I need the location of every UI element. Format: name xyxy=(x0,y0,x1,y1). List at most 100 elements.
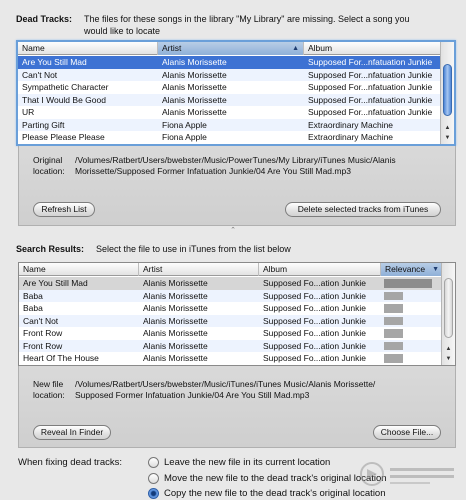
dead-track-name-cell: Sympathetic Character xyxy=(22,82,109,92)
search-result-name-cell: Baba xyxy=(23,290,43,301)
column-album-header[interactable]: Album xyxy=(304,42,444,55)
dead-track-row[interactable]: Please Please Please Fiona Apple Extraordi… xyxy=(18,131,440,144)
search-result-album-cell: Supposed Fo...ation Junkie xyxy=(263,328,367,338)
dead-track-row[interactable]: Sympathetic Character Alanis Morissette Su… xyxy=(18,81,440,94)
search-result-row[interactable]: Heart Of The House Alanis Morissette Suppo… xyxy=(19,352,441,365)
new-file-label-line-2: location: xyxy=(33,390,65,400)
dead-tracks-scroll-thumb[interactable] xyxy=(443,64,452,116)
search-results-scrollbar[interactable]: ▲ ▼ xyxy=(441,263,455,365)
search-result-album-cell: Supposed Fo...ation Junkie xyxy=(263,340,367,351)
dead-track-row[interactable]: That I Would Be Good Alanis Morissette Sup… xyxy=(18,93,440,106)
dead-track-album-cell: Extraordinary Machine xyxy=(308,119,394,130)
splitter-handle-icon[interactable]: ⌃ xyxy=(0,226,466,234)
search-result-artist-cell: Alanis Morissette xyxy=(143,303,208,313)
column-artist-label: Artist xyxy=(162,43,182,53)
search-result-album-cell: Supposed Fo...ation Junkie xyxy=(263,353,367,363)
dead-track-row[interactable]: Can't Not Alanis Morissette Supposed For..… xyxy=(18,68,440,81)
search-results-header: Search Results: Select the file to use i… xyxy=(16,243,291,255)
dead-tracks-header-row: Name Artist ▲ Album xyxy=(18,42,440,55)
fixing-option-label: Copy the new file to the dead track's or… xyxy=(164,488,386,499)
new-file-location-label: New file location: xyxy=(33,379,65,401)
relevance-bar xyxy=(384,354,403,363)
original-path-line-2: Morissette/Supposed Former Infatuation J… xyxy=(75,166,351,176)
relevance-bar xyxy=(384,291,403,300)
search-result-row[interactable]: Front Row Alanis Morissette Supposed Fo...… xyxy=(19,339,441,352)
search-result-row[interactable]: Can't Not Alanis Morissette Supposed Fo...… xyxy=(19,314,441,327)
radio-button[interactable] xyxy=(148,473,159,484)
refresh-list-button[interactable]: Refresh List xyxy=(33,202,95,217)
search-result-row[interactable]: Baba Alanis Morissette Supposed Fo...ation… xyxy=(19,289,441,302)
search-result-name-cell: Baba xyxy=(23,303,43,313)
search-result-artist-cell: Alanis Morissette xyxy=(143,340,208,351)
dead-track-album-cell: Supposed For...nfatuation Junkie xyxy=(308,57,433,67)
scroll-up-arrow-icon[interactable]: ▲ xyxy=(441,123,454,133)
dead-tracks-scrollbar[interactable]: ▲ ▼ xyxy=(440,42,454,144)
new-file-path-line-2: Supposed Former Infatuation Junkie/04 Ar… xyxy=(75,390,310,400)
search-results-heading: Search Results: xyxy=(16,244,85,254)
search-result-artist-cell: Alanis Morissette xyxy=(143,315,208,326)
search-results-table[interactable]: Name Artist Album Relevance ▼ Are You St… xyxy=(18,262,456,366)
dead-track-artist-cell: Fiona Apple xyxy=(162,119,207,130)
column-artist-header[interactable]: Artist xyxy=(139,263,259,276)
search-result-album-cell: Supposed Fo...ation Junkie xyxy=(263,278,367,288)
original-label-line-1: Original xyxy=(33,155,63,165)
search-result-artist-cell: Alanis Morissette xyxy=(143,278,208,288)
relevance-bar xyxy=(384,316,403,325)
search-result-row[interactable]: Are You Still Mad Alanis Morissette Suppos… xyxy=(19,277,441,290)
search-result-row[interactable]: Baba Alanis Morissette Supposed Fo...ation… xyxy=(19,302,441,315)
fixing-option-label: Move the new file to the dead track's or… xyxy=(164,473,387,484)
original-location-panel: Original location: /Volumes/Ratbert/User… xyxy=(18,146,456,226)
search-result-album-cell: Supposed Fo...ation Junkie xyxy=(263,290,367,301)
dead-track-album-cell: Supposed For...nfatuation Junkie xyxy=(308,69,433,80)
choose-file-button[interactable]: Choose File... xyxy=(373,425,441,440)
sort-descending-icon: ▼ xyxy=(432,266,439,273)
dead-track-album-cell: Supposed For...nfatuation Junkie xyxy=(308,82,433,92)
reveal-in-finder-button[interactable]: Reveal In Finder xyxy=(33,425,111,440)
relevance-bar xyxy=(384,329,403,338)
fixing-option-label: Leave the new file in its current locati… xyxy=(164,457,331,468)
dead-track-row[interactable]: UR Alanis Morissette Supposed For...nfatua… xyxy=(18,106,440,119)
dead-track-artist-cell: Alanis Morissette xyxy=(162,82,227,92)
dead-track-album-cell: Supposed For...nfatuation Junkie xyxy=(308,107,433,117)
sort-ascending-icon: ▲ xyxy=(292,45,299,52)
relevance-bar xyxy=(384,304,403,313)
radio-button[interactable] xyxy=(148,488,159,499)
original-path-line-1: /Volumes/Ratbert/Users/bwebster/Music/Po… xyxy=(75,155,396,165)
dead-track-artist-cell: Alanis Morissette xyxy=(162,107,227,117)
new-file-path-line-1: /Volumes/Ratbert/Users/bwebster/Music/iT… xyxy=(75,379,376,389)
column-artist-header[interactable]: Artist ▲ xyxy=(158,42,304,55)
dead-track-album-cell: Supposed For...nfatuation Junkie xyxy=(308,94,433,105)
radio-button[interactable] xyxy=(148,457,159,468)
original-location-label: Original location: xyxy=(33,155,65,177)
new-file-location-path: /Volumes/Ratbert/Users/bwebster/Music/iT… xyxy=(75,379,453,401)
dead-track-name-cell: Can't Not xyxy=(22,69,58,80)
dead-track-name-cell: That I Would Be Good xyxy=(22,94,106,105)
scroll-down-arrow-icon[interactable]: ▼ xyxy=(441,133,454,143)
dead-track-row[interactable]: Parting Gift Fiona Apple Extraordinary Mac… xyxy=(18,118,440,131)
dead-tracks-table[interactable]: Name Artist ▲ Album Are You Still Mad Ala… xyxy=(16,40,456,146)
relevance-bar xyxy=(384,279,432,288)
column-relevance-header[interactable]: Relevance ▼ xyxy=(381,263,443,276)
dead-track-album-cell: Extraordinary Machine xyxy=(308,132,394,142)
column-album-header[interactable]: Album xyxy=(259,263,381,276)
search-result-album-cell: Supposed Fo...ation Junkie xyxy=(263,303,367,313)
search-results-scroll-thumb[interactable] xyxy=(444,278,453,338)
dead-track-artist-cell: Alanis Morissette xyxy=(162,69,227,80)
original-label-line-2: location: xyxy=(33,166,65,176)
search-result-artist-cell: Alanis Morissette xyxy=(143,290,208,301)
fixing-options-label: When fixing dead tracks: xyxy=(18,457,123,468)
search-result-name-cell: Are You Still Mad xyxy=(23,278,88,288)
column-name-header[interactable]: Name xyxy=(18,42,158,55)
search-result-artist-cell: Alanis Morissette xyxy=(143,353,208,363)
original-location-path: /Volumes/Ratbert/Users/bwebster/Music/Po… xyxy=(75,155,453,177)
column-name-header[interactable]: Name xyxy=(19,263,139,276)
delete-selected-tracks-button[interactable]: Delete selected tracks from iTunes xyxy=(285,202,441,217)
new-file-location-panel: New file location: /Volumes/Ratbert/User… xyxy=(18,366,456,448)
search-result-row[interactable]: Front Row Alanis Morissette Supposed Fo...… xyxy=(19,327,441,340)
dead-track-name-cell: Parting Gift xyxy=(22,119,65,130)
dead-track-row[interactable]: Are You Still Mad Alanis Morissette Suppos… xyxy=(18,56,440,69)
scroll-down-arrow-icon[interactable]: ▼ xyxy=(442,354,455,364)
scroll-up-arrow-icon[interactable]: ▲ xyxy=(442,344,455,354)
search-results-description: Select the file to use in iTunes from th… xyxy=(96,244,291,254)
search-result-name-cell: Front Row xyxy=(23,340,63,351)
